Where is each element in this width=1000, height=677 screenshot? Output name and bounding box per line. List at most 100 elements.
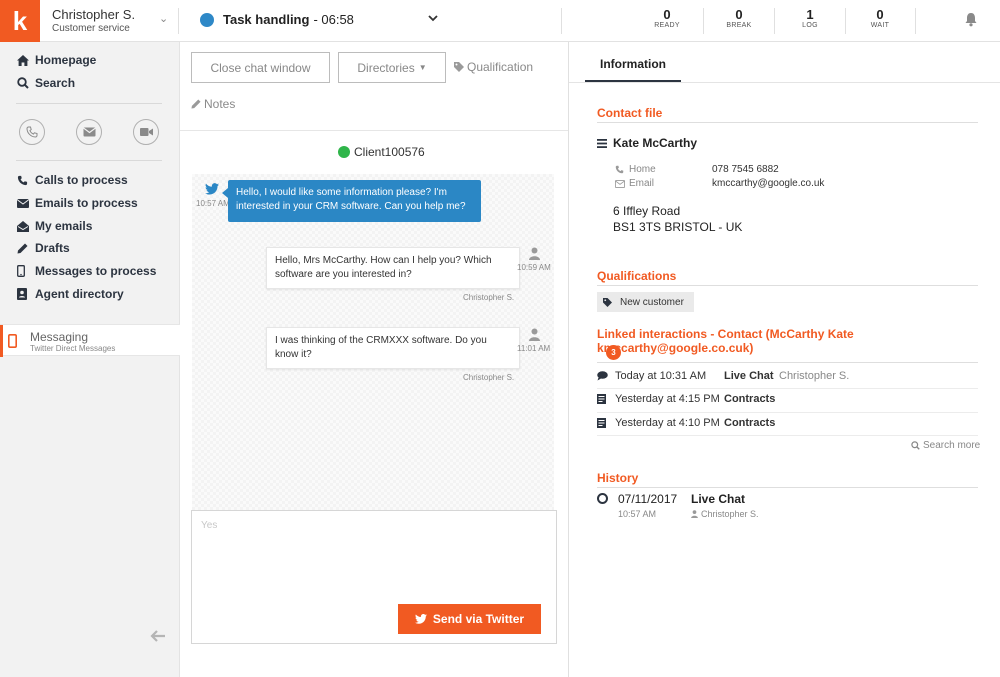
divider	[561, 8, 562, 34]
nav-emails-to-process[interactable]: Emails to process	[17, 196, 138, 210]
messaging-tab[interactable]: Messaging Twitter Direct Messages	[0, 324, 180, 357]
twitter-icon	[205, 183, 219, 198]
nav-search[interactable]: Search	[17, 76, 75, 90]
interaction-type: Contracts	[724, 417, 776, 429]
outgoing-message: I was thinking of the CRMXXX software. D…	[266, 327, 520, 369]
directories-button[interactable]: Directories ▼	[338, 52, 446, 83]
linked-interaction-row[interactable]: Today at 10:31 AM Live Chat Christopher …	[597, 364, 978, 388]
nav-drafts[interactable]: Drafts	[17, 241, 70, 255]
inbox-icon	[17, 220, 31, 232]
task-status[interactable]: Task handling - 06:58	[200, 12, 354, 27]
search-icon	[17, 77, 31, 89]
contact-name[interactable]: Kate McCarthy	[597, 136, 697, 150]
phone-icon	[17, 175, 31, 186]
counter-ready: 0 READY	[637, 7, 697, 30]
nav-my-emails[interactable]: My emails	[17, 219, 92, 233]
counter-value: 0	[735, 7, 743, 22]
email-channel-button[interactable]	[76, 119, 102, 145]
interaction-when: Today at 10:31 AM	[615, 370, 707, 382]
bell-icon[interactable]	[964, 12, 980, 28]
counter-label: WAIT	[870, 22, 890, 29]
directories-label: Directories	[357, 60, 415, 75]
nav-label: My emails	[35, 219, 93, 233]
home-label: Home	[615, 164, 656, 175]
history-time: 10:57 AM	[618, 509, 657, 519]
history-date[interactable]: 07/11/2017	[618, 492, 677, 506]
divider	[16, 103, 162, 104]
message-composer[interactable]: Yes Send via Twitter	[191, 510, 557, 644]
mobile-icon	[8, 334, 18, 351]
top-bar: k Christopher S. Customer service ⌄ Task…	[0, 0, 1000, 42]
message-sender: Christopher S.	[463, 293, 515, 302]
collapse-arrow-icon[interactable]	[150, 630, 166, 645]
user-menu[interactable]: Christopher S. Customer service	[52, 7, 135, 34]
user-role: Customer service	[52, 23, 130, 34]
document-icon	[597, 394, 615, 404]
nav-agent-directory[interactable]: Agent directory	[17, 287, 124, 301]
message-sender: Christopher S.	[463, 373, 515, 382]
incoming-message: Hello, I would like some information ple…	[222, 180, 481, 222]
logo-letter: k	[12, 5, 28, 36]
outgoing-message: Hello, Mrs McCarthy. How can I help you?…	[266, 247, 520, 289]
task-timer: - 06:58	[313, 12, 354, 27]
user-icon	[691, 510, 698, 518]
chat-panel: Close chat window Directories ▼ Qualific…	[180, 42, 568, 677]
counter-label: BREAK	[726, 22, 752, 29]
chevron-down-icon[interactable]	[428, 13, 438, 25]
history-type[interactable]: Live Chat	[691, 492, 745, 506]
nav-label: Drafts	[35, 241, 70, 255]
nav-label: Agent directory	[35, 287, 124, 301]
phone-icon	[615, 165, 624, 174]
divider	[774, 8, 775, 34]
history-agent-name: Christopher S.	[701, 509, 759, 519]
tab-information[interactable]: Information	[585, 54, 681, 82]
nav-messages-to-process[interactable]: Messages to process	[17, 264, 156, 278]
agent-avatar-icon	[529, 328, 540, 344]
counter-value: 0	[663, 7, 671, 22]
message-time: 11:01 AM	[517, 344, 551, 353]
contact-name-text: Kate McCarthy	[613, 136, 698, 150]
send-label: Send via Twitter	[432, 612, 525, 626]
search-more-label: Search more	[923, 440, 981, 451]
document-icon	[597, 418, 615, 428]
email-label-text: Email	[629, 178, 655, 189]
online-status-dot	[338, 146, 350, 158]
counter-break: 0 BREAK	[709, 7, 769, 30]
mobile-icon	[17, 265, 31, 277]
video-icon	[139, 128, 153, 136]
menu-icon	[597, 138, 607, 148]
chat-icon	[597, 371, 615, 381]
search-more-link[interactable]: Search more	[911, 440, 980, 451]
nav-homepage[interactable]: Homepage	[17, 53, 96, 67]
send-via-twitter-button[interactable]: Send via Twitter	[398, 604, 541, 634]
tag-icon	[454, 62, 464, 72]
email-address[interactable]: kmccarthy@google.co.uk	[712, 178, 824, 189]
qualification-label: Qualification	[467, 60, 534, 74]
video-channel-button[interactable]	[133, 119, 159, 145]
close-chat-button[interactable]: Close chat window	[191, 52, 330, 83]
divider	[597, 487, 978, 488]
home-phone[interactable]: 078 7545 6882	[712, 164, 779, 175]
divider	[16, 160, 162, 161]
divider	[597, 362, 978, 363]
chevron-down-icon[interactable]: ⌄	[159, 12, 168, 25]
compose-text[interactable]: Yes	[201, 520, 217, 531]
linked-interaction-row[interactable]: Yesterday at 4:10 PM Contracts	[597, 411, 978, 435]
client-header: Client100576	[338, 145, 425, 159]
home-icon	[17, 54, 31, 66]
nav-label: Calls to process	[35, 173, 128, 187]
phone-channel-button[interactable]	[19, 119, 45, 145]
envelope-icon	[615, 179, 625, 188]
app-logo[interactable]: k	[0, 0, 40, 42]
nav-calls-to-process[interactable]: Calls to process	[17, 173, 128, 187]
messaging-subtitle: Twitter Direct Messages	[30, 344, 116, 353]
linked-interaction-row[interactable]: Yesterday at 4:15 PM Contracts	[597, 387, 978, 411]
address-line-1: 6 Iffley Road	[613, 204, 681, 218]
status-dot	[200, 12, 214, 27]
counter-value: 0	[876, 7, 884, 22]
nav-label: Messages to process	[35, 264, 157, 278]
notes-link[interactable]: Notes	[191, 97, 235, 111]
client-name: Client100576	[354, 145, 425, 159]
qualification-tag[interactable]: New customer	[597, 292, 694, 312]
qualification-link[interactable]: Qualification	[454, 60, 533, 74]
